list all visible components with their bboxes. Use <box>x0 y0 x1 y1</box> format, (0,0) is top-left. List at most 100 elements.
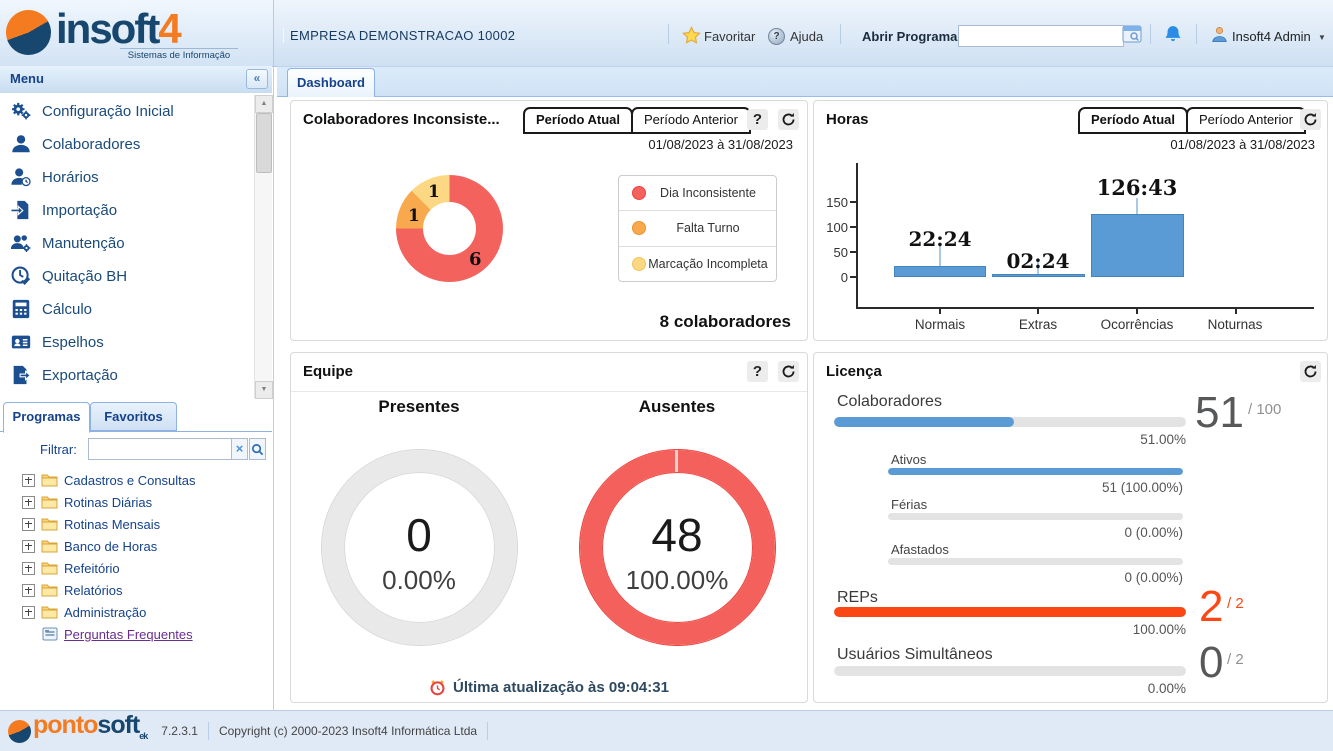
tab-programas[interactable]: Programas <box>3 402 90 433</box>
absent-count: 48 <box>597 511 757 559</box>
x-tick-mark <box>1037 309 1039 314</box>
x-tick-mark <box>1235 309 1237 314</box>
filter-input[interactable] <box>88 438 234 460</box>
folder-icon <box>41 583 58 597</box>
tree-item-refeitorio[interactable]: Refeitório <box>22 558 120 578</box>
progress-fill <box>834 607 1186 617</box>
tab-dashboard[interactable]: Dashboard <box>287 68 375 97</box>
inconsistencies-donut-chart <box>396 175 503 282</box>
user-menu-caret-icon[interactable]: ▼ <box>1318 33 1326 42</box>
expand-plus-icon[interactable] <box>22 562 35 575</box>
folder-icon <box>41 473 58 487</box>
refresh-icon[interactable] <box>1300 361 1321 382</box>
insoft4-logo-icon <box>6 10 51 55</box>
search-filter-button[interactable] <box>249 438 266 460</box>
tree-item-rotinas-diarias[interactable]: Rotinas Diárias <box>22 492 152 512</box>
legend-item[interactable]: Falta Turno <box>619 210 776 245</box>
export-icon <box>10 364 32 386</box>
scroll-up-arrow[interactable]: ▲ <box>255 95 273 113</box>
last-update-row: Última atualização às 09:04:31 <box>291 679 807 696</box>
colaboradores-label: Colaboradores <box>837 393 942 411</box>
sidebar-item-manutencao[interactable]: Manutenção <box>10 231 248 255</box>
expand-plus-icon[interactable] <box>22 474 35 487</box>
people-gear-icon <box>10 232 32 254</box>
sidebar-splitter[interactable] <box>273 66 274 710</box>
reps-max: / 2 <box>1227 595 1244 612</box>
clear-filter-button[interactable]: × <box>231 438 248 460</box>
tree-item-banco-de-horas[interactable]: Banco de Horas <box>22 536 157 556</box>
legend-item[interactable]: Marcação Incompleta <box>619 246 776 281</box>
progress-fill <box>888 468 1183 475</box>
program-search-icon[interactable] <box>1122 25 1142 48</box>
panel-licenca: Licença Colaboradores 51.00% 51 / 100 At… <box>813 352 1328 703</box>
period-current-button[interactable]: Período Atual <box>523 107 633 134</box>
tree-item-administracao[interactable]: Administração <box>22 602 146 622</box>
bar-pointer <box>1136 198 1138 214</box>
sidebar-item-horarios[interactable]: Horários <box>10 165 248 189</box>
favorite-button[interactable]: Favoritar <box>704 29 755 44</box>
expand-plus-icon[interactable] <box>22 496 35 509</box>
menu-scrollbar[interactable]: ▲ ▼ <box>254 95 272 398</box>
donut-legend: Dia Inconsistente Falta Turno Marcação I… <box>618 175 777 282</box>
expand-plus-icon[interactable] <box>22 584 35 597</box>
expand-plus-icon[interactable] <box>22 606 35 619</box>
progress-fill <box>834 417 1014 427</box>
scrollbar-thumb[interactable] <box>256 113 272 173</box>
ferias-label: Férias <box>891 497 927 512</box>
expand-plus-icon[interactable] <box>22 540 35 553</box>
present-percent: 0.00% <box>339 565 499 596</box>
refresh-icon[interactable] <box>1300 109 1321 130</box>
legend-item[interactable]: Dia Inconsistente <box>619 176 776 210</box>
faq-form-icon <box>42 627 58 641</box>
favorite-star-icon[interactable] <box>682 26 701 50</box>
tree-item-rotinas-mensais[interactable]: Rotinas Mensais <box>22 514 160 534</box>
period-previous-button[interactable]: Período Anterior <box>631 107 751 134</box>
period-current-button[interactable]: Período Atual <box>1078 107 1188 134</box>
category-label: Normais <box>915 317 965 332</box>
sidebar-item-importacao[interactable]: Importação <box>10 198 248 222</box>
panel-help-button[interactable]: ? <box>747 109 768 130</box>
tree-link-perguntas-frequentes[interactable]: Perguntas Frequentes <box>42 624 193 644</box>
bar-value-normais: 22:24 <box>908 227 971 251</box>
help-button[interactable]: Ajuda <box>790 29 823 44</box>
legend-dot-red <box>632 186 646 200</box>
y-tick-label: 50 <box>822 245 848 260</box>
scroll-down-arrow[interactable]: ▼ <box>255 381 273 399</box>
panel-help-button[interactable]: ? <box>747 361 768 382</box>
footer-divider <box>487 722 488 740</box>
user-menu[interactable]: Insoft4 Admin <box>1232 29 1311 44</box>
reps-label: REPs <box>837 589 878 607</box>
usuarios-big-value: 0 <box>1199 641 1223 685</box>
panel-title: Licença <box>826 363 882 380</box>
sidebar-item-espelhos[interactable]: Espelhos <box>10 330 248 354</box>
app-header: insoft4 Sistemas de Informação EMPRESA D… <box>0 0 1333 67</box>
legend-dot-yellow <box>632 257 646 271</box>
tree-item-relatorios[interactable]: Relatórios <box>22 580 123 600</box>
expand-plus-icon[interactable] <box>22 518 35 531</box>
collapse-menu-button[interactable]: « <box>246 69 268 89</box>
footer-divider <box>208 722 209 740</box>
reps-percent: 100.00% <box>834 622 1186 637</box>
sidebar-item-colaboradores[interactable]: Colaboradores <box>10 132 248 156</box>
open-program-input[interactable] <box>958 25 1124 47</box>
usuarios-progress <box>834 666 1186 676</box>
refresh-icon[interactable] <box>778 109 799 130</box>
period-previous-button[interactable]: Período Anterior <box>1186 107 1306 134</box>
refresh-icon[interactable] <box>778 361 799 382</box>
tree-item-cadastros-e-consultas[interactable]: Cadastros e Consultas <box>22 470 196 490</box>
total-collaborators: 8 colaboradores <box>660 312 791 332</box>
tab-favoritos[interactable]: Favoritos <box>90 402 177 431</box>
sidebar-item-exportacao[interactable]: Exportação <box>10 363 248 387</box>
help-icon[interactable]: ? <box>768 28 785 45</box>
afastados-label: Afastados <box>891 542 949 557</box>
sidebar-item-calculo[interactable]: Cálculo <box>10 297 248 321</box>
sidebar-item-quitacao-bh[interactable]: Quitação BH <box>10 264 248 288</box>
panel-colaboradores-inconsistentes: Colaboradores Inconsiste... Período Atua… <box>290 100 808 341</box>
notifications-bell-icon[interactable] <box>1163 24 1183 50</box>
last-update-text: Última atualização às 09:04:31 <box>453 679 669 696</box>
legend-dot-orange <box>632 221 646 235</box>
sidebar-item-configuracao-inicial[interactable]: Configuração Inicial <box>10 99 248 123</box>
import-icon <box>10 199 32 221</box>
donut-value-orange: 1 <box>408 206 420 226</box>
panel-title: Colaboradores Inconsiste... <box>303 111 500 128</box>
